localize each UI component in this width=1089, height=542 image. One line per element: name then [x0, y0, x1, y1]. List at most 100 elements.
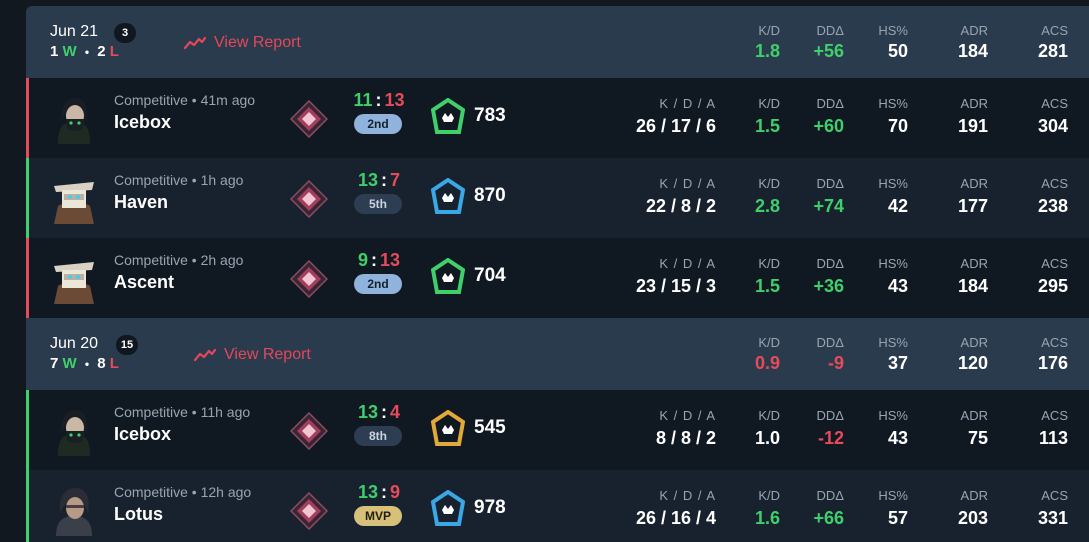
acs-label: ACS [1041, 408, 1068, 423]
enemy-score: 4 [390, 402, 401, 422]
hs-value: 43 [887, 276, 908, 296]
agent-avatar-viper [48, 404, 100, 456]
hs-label: HS% [878, 23, 908, 38]
result-indicator [26, 238, 29, 318]
team-score: 13 [357, 170, 378, 190]
match-row[interactable]: Competitive • 1h ago Haven 13:7 5th 870 … [26, 158, 1089, 238]
acs-value: 238 [1037, 196, 1068, 216]
adr-label: ADR [960, 335, 988, 350]
rank-rating-value: 870 [474, 185, 506, 206]
adr-label: ADR [960, 96, 988, 111]
trend-line-icon [184, 36, 206, 50]
adr-label: ADR [960, 408, 988, 423]
match-history-panel: Jun 21 3 1 W • 2 L View Report K/D DDΔ H… [26, 6, 1089, 542]
losses-letter: L [109, 355, 119, 372]
hs-label: HS% [878, 256, 908, 271]
acs-value: 281 [1037, 41, 1068, 61]
hs-label: HS% [878, 488, 908, 503]
record-separator: • [84, 357, 90, 371]
result-indicator [26, 158, 29, 238]
result-indicator [26, 470, 29, 542]
adr-value: 203 [957, 508, 988, 528]
kda-value: 22 / 8 / 2 [645, 196, 716, 216]
losses-count: 2 [97, 43, 106, 60]
acs-label: ACS [1041, 335, 1068, 350]
trend-line-icon [194, 348, 216, 362]
kda-value: 26 / 16 / 4 [635, 508, 716, 528]
match-score: 13:9 [344, 482, 414, 503]
enemy-score: 13 [379, 250, 401, 270]
map-name: Ascent [114, 272, 175, 292]
losses-count: 8 [97, 355, 106, 372]
map-name: Icebox [114, 112, 172, 132]
view-report-link[interactable]: View Report [194, 344, 311, 366]
agent-avatar-cypher [48, 172, 100, 224]
record-separator: • [84, 45, 90, 59]
placement-badge: 2nd [354, 114, 402, 134]
day-match-count-badge: 3 [114, 23, 136, 43]
score-colon: : [381, 482, 387, 502]
day-summary-header: Jun 21 3 1 W • 2 L View Report K/D DDΔ H… [26, 6, 1089, 78]
day-win-loss-record: 1 W • 2 L [50, 43, 119, 60]
adr-label: ADR [960, 176, 988, 191]
acs-label: ACS [1041, 488, 1068, 503]
enemy-score: 7 [390, 170, 401, 190]
acs-label: ACS [1041, 256, 1068, 271]
match-row[interactable]: Competitive • 12h ago Lotus 13:9 MVP 978… [26, 470, 1089, 542]
hs-label: HS% [878, 96, 908, 111]
kda-value: 23 / 15 / 3 [635, 276, 716, 296]
acs-value: 331 [1037, 508, 1068, 528]
match-row[interactable]: Competitive • 41m ago Icebox 11:13 2nd 7… [26, 78, 1089, 158]
adr-value: 191 [957, 116, 988, 136]
rank-emblem-icon [290, 260, 328, 298]
agent-avatar-fade [48, 484, 100, 536]
hs-label: HS% [878, 335, 908, 350]
result-indicator [26, 78, 29, 158]
rank-emblem-icon [290, 100, 328, 138]
map-name: Lotus [114, 504, 163, 524]
acs-label: ACS [1041, 96, 1068, 111]
day-summary-header: Jun 20 15 7 W • 8 L View Report K/D DDΔ … [26, 318, 1089, 390]
wins-letter: W [62, 355, 77, 372]
adr-label: ADR [960, 256, 988, 271]
day-match-count-badge: 15 [116, 335, 138, 355]
adr-value: 184 [957, 276, 988, 296]
rank-emblem-icon [290, 180, 328, 218]
kda-value: 26 / 17 / 6 [635, 116, 716, 136]
adr-value: 184 [957, 41, 988, 61]
hs-label: HS% [878, 176, 908, 191]
score-colon: : [370, 250, 377, 270]
map-name: Icebox [114, 424, 172, 444]
acs-value: 304 [1037, 116, 1068, 136]
view-report-link[interactable]: View Report [184, 32, 301, 54]
map-name: Haven [114, 192, 169, 212]
placement-badge: 2nd [354, 274, 402, 294]
match-row[interactable]: Competitive • 2h ago Ascent 9:13 2nd 704… [26, 238, 1089, 318]
rank-tier-icon [431, 98, 465, 134]
rank-rating-value: 704 [474, 265, 506, 286]
enemy-score: 13 [384, 90, 405, 110]
team-score: 13 [357, 482, 378, 502]
team-score: 9 [357, 250, 368, 270]
placement-badge: 8th [354, 426, 402, 446]
losses-letter: L [109, 43, 119, 60]
day-win-loss-record: 7 W • 8 L [50, 355, 119, 372]
placement-badge: 5th [354, 194, 402, 214]
match-score: 13:4 [344, 402, 414, 423]
acs-value: 176 [1037, 353, 1068, 373]
adr-value: 120 [957, 353, 988, 373]
match-row[interactable]: Competitive • 11h ago Icebox 13:4 8th 54… [26, 390, 1089, 470]
hs-value: 43 [887, 428, 908, 448]
rank-tier-icon [431, 258, 465, 294]
hs-value: 37 [887, 353, 908, 373]
agent-avatar-viper [48, 92, 100, 144]
result-indicator [26, 390, 29, 470]
rank-rating-value: 545 [474, 417, 506, 438]
rank-emblem-icon [290, 492, 328, 530]
score-colon: : [381, 402, 387, 422]
score-colon: : [381, 170, 387, 190]
day-date: Jun 21 [50, 23, 99, 40]
acs-value: 295 [1037, 276, 1068, 296]
rank-emblem-icon [290, 412, 328, 450]
view-report-label: View Report [214, 34, 301, 51]
